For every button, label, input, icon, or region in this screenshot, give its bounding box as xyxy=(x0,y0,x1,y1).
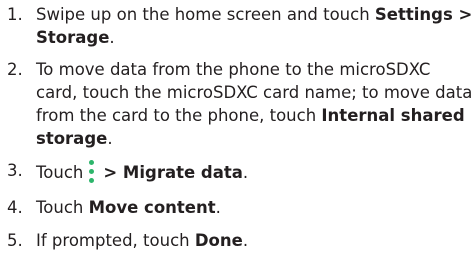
bold-text: Internal shared xyxy=(321,106,465,125)
bold-text: storage xyxy=(36,129,108,148)
step-line: Swipe up on the home screen and touch Se… xyxy=(36,3,472,26)
step-line: To move data from the phone to the micro… xyxy=(36,60,431,79)
step-text: Touch Move content. xyxy=(36,196,221,219)
step-number: 2. xyxy=(7,60,23,79)
bold-text: Settings > xyxy=(374,5,473,24)
bold-text: Storage xyxy=(36,28,110,47)
bold-text: Done xyxy=(194,231,243,250)
step-number: 1. xyxy=(7,5,23,24)
plain-text: Swipe up on the home screen and touch xyxy=(36,5,375,24)
plain-text: . xyxy=(242,231,249,250)
icon-dot xyxy=(89,160,95,165)
plain-text: Touch xyxy=(36,163,84,182)
instruction-steps: 1. Swipe up on the home screen and touch… xyxy=(0,0,473,254)
step-line: card, touch the microSDXC card name; to … xyxy=(36,83,473,102)
plain-text: Touch xyxy=(36,198,89,217)
step-line: from the card to the phone, touch Intern… xyxy=(36,104,472,127)
plain-text: If prompted, touch xyxy=(36,231,195,250)
plain-text: . xyxy=(242,163,249,182)
step-line: Touch Move content. xyxy=(36,196,221,219)
step-line: storage. xyxy=(36,127,472,150)
step-line: Storage. xyxy=(36,26,472,49)
icon-dot xyxy=(89,178,95,183)
step-text: Touch > Migrate data. xyxy=(36,159,249,185)
plain-text: . xyxy=(107,129,113,148)
step-line: If prompted, touch Done. xyxy=(36,229,248,252)
step-line: Touch > Migrate data. xyxy=(36,159,249,185)
plain-text: . xyxy=(109,28,115,47)
step-number: 4. xyxy=(7,198,23,217)
bold-text: Move content xyxy=(88,198,216,217)
icon-dot xyxy=(89,169,95,174)
step-number: 5. xyxy=(7,231,23,250)
more-vert-icon xyxy=(88,159,96,185)
step-text: If prompted, touch Done. xyxy=(36,229,248,252)
plain-text: from the card to the phone, touch xyxy=(36,106,322,125)
bold-text: > Migrate data xyxy=(103,163,243,182)
step-text: Swipe up on the home screen and touch Se… xyxy=(36,3,472,49)
step-number: 3. xyxy=(7,161,23,180)
step-text: To move data from the phone to the micro… xyxy=(36,58,472,150)
plain-text: . xyxy=(215,198,221,217)
